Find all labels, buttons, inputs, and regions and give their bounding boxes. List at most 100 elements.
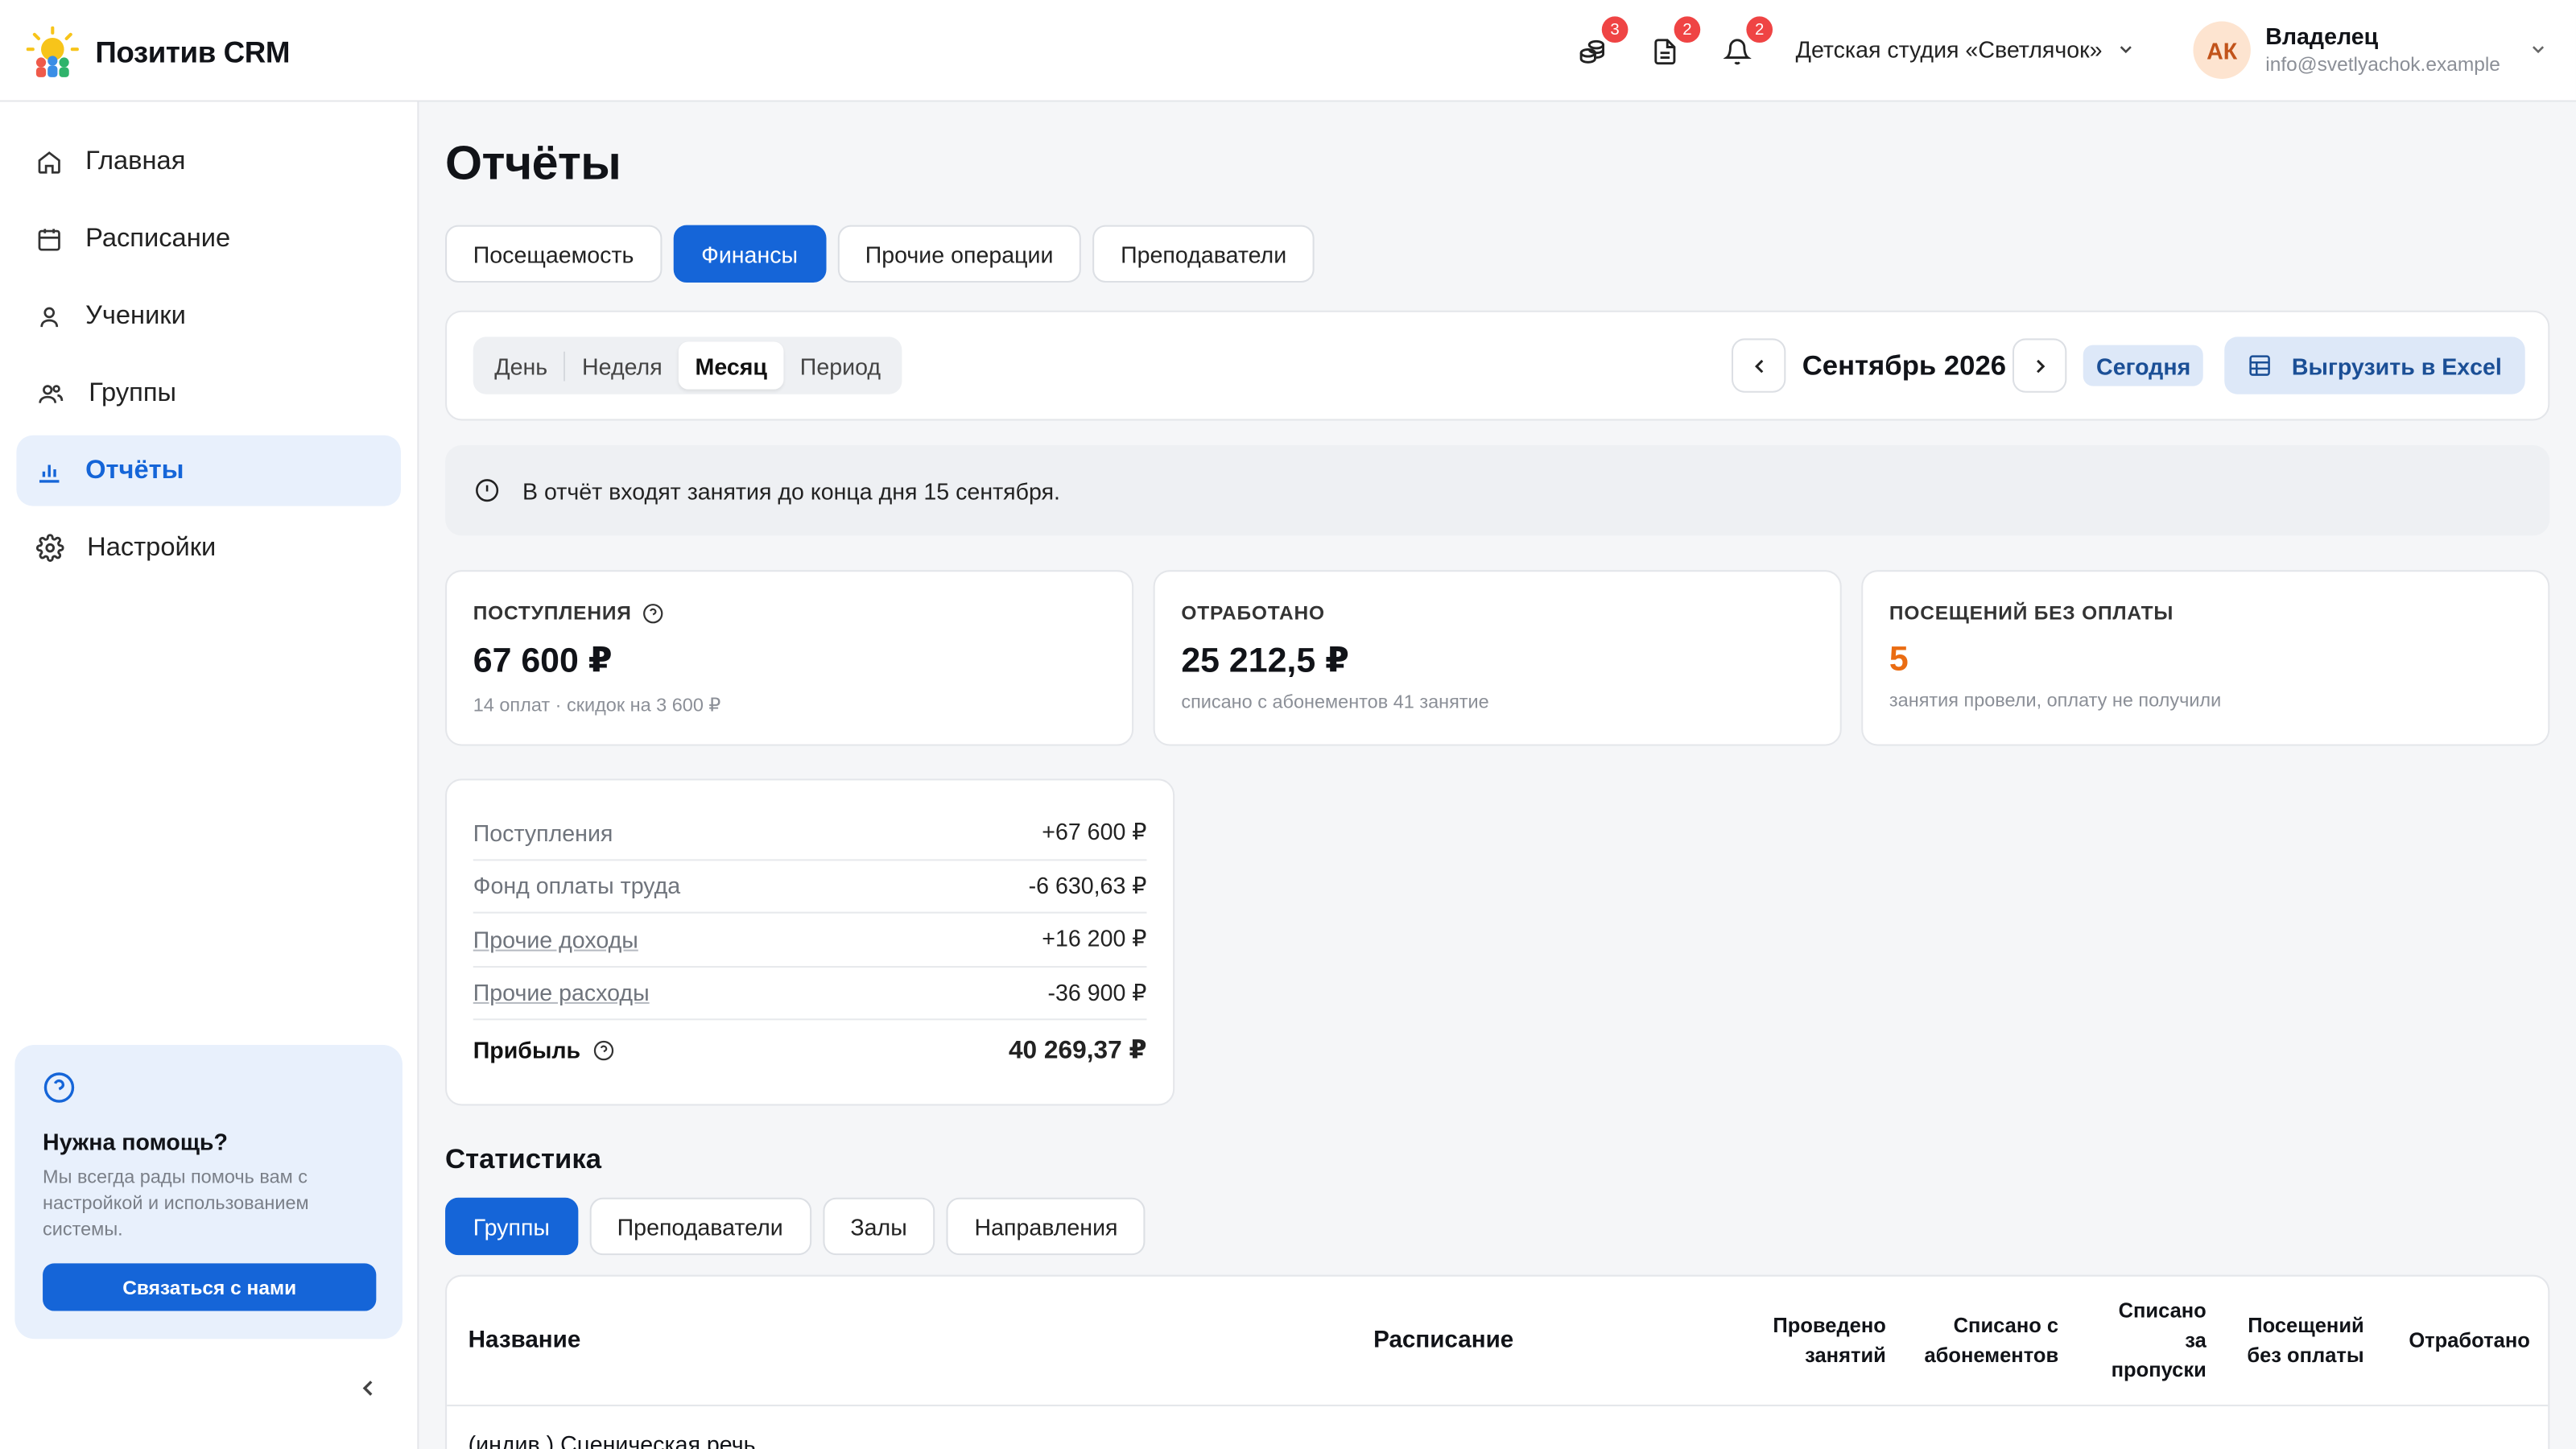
report-tabs: Посещаемость Финансы Прочие операции Пре…	[445, 225, 1315, 283]
sidebar-item-settings[interactable]: Настройки	[16, 513, 401, 584]
summary-row-income: Поступления +67 600 ₽	[473, 807, 1147, 861]
notifications-badge: 2	[1746, 16, 1773, 43]
stats-tabs: Группы Преподаватели Залы Направления	[445, 1197, 1146, 1256]
notifications-button[interactable]: 2	[1719, 16, 1773, 72]
sidebar-item-label: Ученики	[85, 301, 186, 330]
stats-title: Статистика	[445, 1143, 601, 1175]
kpi-earned: ОТРАБОТАНО 25 212,5 ₽ списано с абонемен…	[1153, 570, 1842, 746]
document-icon	[1654, 39, 1676, 65]
current-period: Сентябрь 2026	[1802, 349, 2007, 382]
table-row[interactable]: (индив.) Сценическая речь	[469, 1431, 756, 1449]
other-expenses-link[interactable]: Прочие расходы	[473, 980, 650, 1006]
summary-row-profit: Прибыль 40 269,37 ₽	[473, 1020, 1147, 1079]
other-income-link[interactable]: Прочие доходы	[473, 927, 638, 953]
export-label: Выгрузить в Excel	[2291, 352, 2502, 379]
kpi-unpaid: ПОСЕЩЕНИЙ БЕЗ ОПЛАТЫ 5 занятия провели, …	[1861, 570, 2550, 746]
chevron-left-icon	[1754, 358, 1763, 373]
logo-icon	[26, 26, 79, 77]
period-day[interactable]: День	[478, 341, 564, 389]
kpi-label: ПОСЕЩЕНИЙ БЕЗ ОПЛАТЫ	[1889, 601, 2174, 625]
header-icons: 3 2 2	[1574, 16, 1773, 72]
col-held[interactable]: Проведено занятий	[1761, 1311, 1885, 1370]
top-bar: Позитив CRM 3 2 2 Детская студия «Светля…	[0, 0, 2576, 102]
summary-row-other-expenses: Прочие расходы -36 900 ₽	[473, 967, 1147, 1021]
table-icon	[2249, 355, 2270, 376]
col-earned[interactable]: Отработано	[2395, 1326, 2530, 1356]
tab-teachers[interactable]: Преподаватели	[1092, 225, 1315, 283]
export-excel-button[interactable]: Выгрузить в Excel	[2224, 336, 2525, 394]
help-circle-icon[interactable]	[593, 1039, 615, 1061]
col-absences[interactable]: Списано за пропуски	[2098, 1296, 2207, 1385]
prev-period-button[interactable]	[1732, 338, 1786, 393]
summary-value: +16 200 ₽	[1042, 925, 1147, 952]
app-name: Позитив CRM	[95, 35, 291, 68]
kpi-label: ОТРАБОТАНО	[1181, 601, 1325, 625]
col-schedule[interactable]: Расписание	[1373, 1326, 1513, 1356]
studio-selector[interactable]: Детская студия «Светлячок»	[1796, 36, 2136, 63]
help-circle-icon[interactable]	[642, 602, 663, 624]
info-icon	[476, 479, 499, 502]
user-menu[interactable]: АК Владелец info@svetlyachok.example	[2193, 21, 2548, 79]
help-card: Нужна помощь? Мы всегда рады помочь вам …	[14, 1044, 402, 1340]
summary-value: -36 900 ₽	[1047, 978, 1147, 1005]
sidebar-nav: Главная Расписание Ученики Группы Отчёты…	[16, 126, 401, 590]
sidebar-item-reports[interactable]: Отчёты	[16, 435, 401, 506]
summary-label: Поступления	[473, 819, 613, 846]
documents-badge: 2	[1674, 16, 1701, 43]
kpi-income: ПОСТУПЛЕНИЯ 67 600 ₽ 14 оплат · скидок н…	[445, 570, 1134, 746]
profit-value: 40 269,37 ₽	[1008, 1035, 1147, 1064]
collapse-sidebar-button[interactable]	[355, 1375, 382, 1410]
avatar: АК	[2193, 21, 2251, 79]
stats-tab-directions[interactable]: Направления	[946, 1197, 1146, 1256]
contact-us-button[interactable]: Связаться с нами	[43, 1263, 377, 1311]
sidebar-item-schedule[interactable]: Расписание	[16, 204, 401, 275]
stats-tab-teachers[interactable]: Преподаватели	[588, 1197, 811, 1256]
sidebar: Главная Расписание Ученики Группы Отчёты…	[0, 101, 419, 1449]
kpi-label: ПОСТУПЛЕНИЯ	[473, 601, 632, 625]
home-icon	[38, 151, 60, 173]
users-icon	[39, 384, 64, 402]
col-name[interactable]: Название	[469, 1326, 581, 1356]
sidebar-item-label: Группы	[89, 378, 177, 407]
sidebar-item-groups[interactable]: Группы	[16, 358, 401, 429]
kpi-sub: 14 оплат · скидок на 3 600 ₽	[473, 696, 721, 716]
user-icon	[40, 306, 59, 327]
sidebar-item-label: Настройки	[87, 533, 217, 561]
studio-name: Детская студия «Светлячок»	[1795, 35, 2103, 63]
info-notice: В отчёт входят занятия до конца дня 15 с…	[445, 445, 2550, 536]
kpi-sub: списано с абонементов 41 занятие	[1181, 693, 1489, 713]
brand[interactable]: Позитив CRM	[26, 26, 291, 79]
finance-button[interactable]: 3	[1574, 16, 1629, 72]
col-written-off[interactable]: Списано с абонементов	[1910, 1311, 2058, 1370]
summary-value: -6 630,63 ₽	[1028, 872, 1147, 898]
next-period-button[interactable]	[2012, 338, 2067, 393]
sidebar-item-students[interactable]: Ученики	[16, 281, 401, 352]
stats-table: Название Расписание Проведено занятий Сп…	[445, 1274, 2550, 1449]
summary-row-other-income: Прочие доходы +16 200 ₽	[473, 914, 1147, 968]
chevron-down-icon	[2120, 46, 2132, 54]
period-month[interactable]: Месяц	[679, 341, 784, 390]
chevron-left-icon	[362, 1381, 373, 1396]
help-circle-icon	[43, 1072, 75, 1103]
documents-button[interactable]: 2	[1646, 16, 1701, 72]
tab-other-operations[interactable]: Прочие операции	[837, 225, 1082, 283]
period-switcher: День Неделя Месяц Период	[473, 336, 902, 394]
chevron-down-icon	[2532, 45, 2544, 53]
col-unpaid[interactable]: Посещений без оплаты	[2234, 1311, 2363, 1370]
help-text: Мы всегда рады помочь вам с настройкой и…	[43, 1168, 309, 1241]
summary-label: Фонд оплаты труда	[473, 873, 681, 899]
tab-attendance[interactable]: Посещаемость	[445, 225, 663, 283]
stats-tab-groups[interactable]: Группы	[445, 1197, 578, 1256]
calendar-icon	[38, 228, 60, 250]
today-button[interactable]: Сегодня	[2083, 345, 2204, 386]
tab-finance[interactable]: Финансы	[673, 225, 826, 283]
finance-badge: 3	[1601, 16, 1629, 43]
gear-icon	[35, 534, 64, 562]
sidebar-item-label: Отчёты	[85, 456, 184, 485]
stats-tab-halls[interactable]: Залы	[822, 1197, 935, 1256]
period-filter: День Неделя Месяц Период Сентябрь 2026 С…	[445, 310, 2550, 421]
period-range[interactable]: Период	[783, 341, 897, 389]
period-week[interactable]: Неделя	[566, 341, 679, 389]
summary-value: +67 600 ₽	[1042, 818, 1147, 845]
sidebar-item-home[interactable]: Главная	[16, 126, 401, 197]
